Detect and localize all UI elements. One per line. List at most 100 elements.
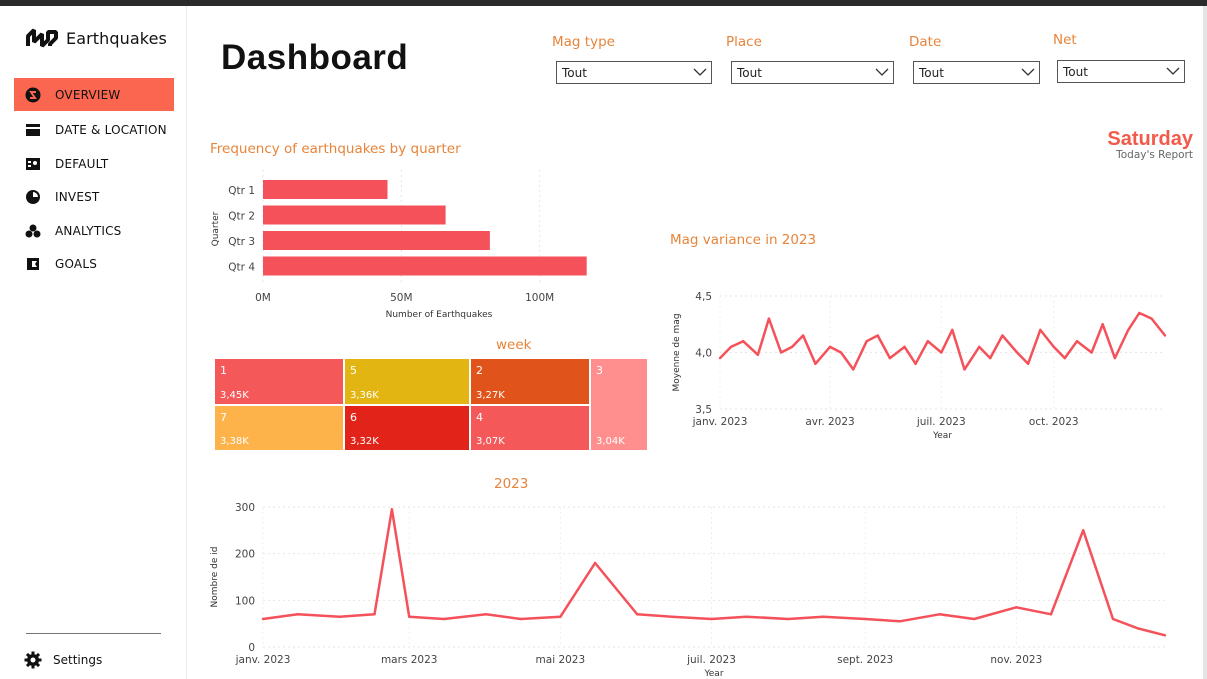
y-tick-label: 200	[235, 549, 255, 561]
data-point	[1049, 613, 1053, 616]
x-tick-label: avr. 2023	[805, 416, 854, 428]
data-point	[1063, 356, 1066, 360]
y-tick-label: 3,5	[695, 404, 712, 416]
data-point	[779, 351, 783, 354]
quarter-bar-chart[interactable]: Qtr 1 Qtr 2 Qtr 3 Qtr 4 0M 50M 100M Number of E…	[205, 165, 600, 325]
data-point	[814, 362, 817, 365]
data-point	[977, 345, 981, 349]
treemap-cell-label: 4	[476, 411, 483, 424]
settings-button[interactable]: Settings	[24, 651, 102, 669]
treemap-cell-label: 5	[350, 364, 357, 377]
data-point	[1090, 351, 1093, 354]
treemap-cell[interactable]: 3 3,04K	[590, 358, 648, 451]
mag-variance-chart[interactable]: 4,5 4,0 3,5janv. 2023 avr. 2023 juil. 2023 oc…	[665, 270, 1175, 447]
data-point	[1015, 351, 1019, 354]
data-point	[898, 620, 902, 623]
treemap-cell[interactable]: 5 3,36K	[344, 358, 470, 405]
dropdown-value: Tout	[737, 66, 762, 80]
mag-chart-title: Mag variance in 2023	[670, 232, 817, 248]
data-point	[1150, 317, 1153, 320]
data-point	[1052, 345, 1055, 349]
week-treemap[interactable]: 1 3,45K 5 3,36K 2 3,27K 3 3,04K 7 3,38K 6 3,32K 4 3,0…	[214, 358, 648, 451]
slicer-label-net: Net	[1053, 32, 1077, 48]
data-point	[484, 613, 488, 616]
x-axis-label: Year	[703, 669, 723, 679]
treemap-cell[interactable]: 7 3,38K	[214, 405, 344, 451]
data-point	[865, 340, 868, 343]
gear-icon	[24, 651, 42, 669]
treemap-cell-value: 3,07K	[476, 436, 505, 447]
series-line	[262, 508, 1166, 637]
treemap-cell-label: 6	[350, 411, 357, 424]
treemap-cell-label: 2	[476, 364, 483, 377]
dropdown-value: Tout	[919, 66, 944, 80]
sidebar-item-default[interactable]: DEFAULT	[14, 147, 174, 180]
chevron-down-icon	[1166, 67, 1180, 75]
data-point	[839, 351, 843, 354]
data-point	[1113, 356, 1117, 360]
data-point	[338, 615, 342, 618]
bar-chart-title: Frequency of earthquakes by quarter	[210, 141, 461, 157]
treemap-cell[interactable]: 2 3,27K	[470, 358, 590, 405]
data-point	[745, 615, 748, 618]
data-point	[1163, 334, 1167, 337]
y-axis-label: Moyenne de mag	[672, 313, 682, 391]
s-circle-icon	[24, 86, 42, 104]
mag-type-dropdown[interactable]: Tout	[556, 61, 712, 84]
sidebar-item-goals[interactable]: GOALS	[14, 247, 174, 280]
slicer-label-mag-type: Mag type	[552, 34, 615, 50]
sidebar-item-date-location[interactable]: DATE & LOCATION	[14, 113, 174, 146]
data-point	[938, 613, 941, 616]
slicer-label-date: Date	[909, 34, 942, 50]
dropdown-value: Tout	[562, 66, 587, 80]
place-dropdown[interactable]: Tout	[731, 61, 894, 84]
data-point	[1001, 334, 1004, 337]
data-point	[742, 340, 745, 343]
flag-icon	[24, 255, 42, 273]
series-line	[719, 311, 1166, 371]
data-point	[261, 617, 265, 621]
sidebar-item-label: GOALS	[55, 256, 98, 271]
y-tick-label: Qtr 1	[228, 185, 255, 197]
sidebar-item-analytics[interactable]: ANALYTICS	[14, 214, 174, 247]
data-point	[1082, 529, 1085, 532]
x-tick-label: 0M	[255, 292, 271, 304]
today-card: Saturday Today's Report	[1107, 128, 1193, 161]
bar	[263, 231, 490, 250]
data-point	[1039, 328, 1042, 332]
treemap-cell-value: 3,04K	[596, 436, 625, 447]
y-tick-label: 4,0	[695, 348, 712, 360]
slicer-label-place: Place	[726, 34, 762, 50]
chevron-down-icon	[693, 68, 707, 76]
x-tick-label: janv. 2023	[235, 654, 291, 666]
page-title: Dashboard	[221, 38, 409, 77]
sidebar-item-overview[interactable]: OVERVIEW	[14, 78, 174, 111]
count-line-chart[interactable]: 300 200 100 0janv. 2023 mars 2023 mai 2023 jui…	[205, 495, 1180, 679]
data-point	[821, 615, 825, 618]
data-point	[988, 356, 992, 360]
data-point	[1015, 606, 1018, 609]
data-point	[519, 617, 522, 621]
x-tick-label: sept. 2023	[837, 654, 893, 666]
data-point	[951, 328, 954, 332]
chevron-down-icon	[875, 68, 889, 76]
date-dropdown[interactable]: Tout	[913, 61, 1040, 84]
data-point	[876, 334, 879, 337]
net-dropdown[interactable]: Tout	[1057, 60, 1185, 83]
data-point	[1026, 362, 1030, 365]
app-logo: Earthquakes	[26, 28, 167, 48]
sidebar-item-invest[interactable]: INVEST	[14, 180, 174, 213]
settings-label: Settings	[53, 653, 103, 667]
treemap-cell-label: 1	[220, 364, 227, 377]
treemap-cell-value: 3,36K	[350, 390, 379, 401]
y-tick-label: Qtr 3	[228, 236, 255, 248]
day-name: Saturday	[1107, 128, 1193, 150]
x-tick-label: juil. 2023	[916, 416, 966, 428]
data-point	[787, 617, 790, 621]
treemap-cell[interactable]: 4 3,07K	[470, 405, 590, 451]
data-point	[729, 345, 733, 349]
data-point	[635, 613, 639, 616]
treemap-cell[interactable]: 6 3,32K	[344, 405, 470, 451]
treemap-cell[interactable]: 1 3,45K	[214, 358, 344, 405]
data-point	[963, 368, 966, 371]
